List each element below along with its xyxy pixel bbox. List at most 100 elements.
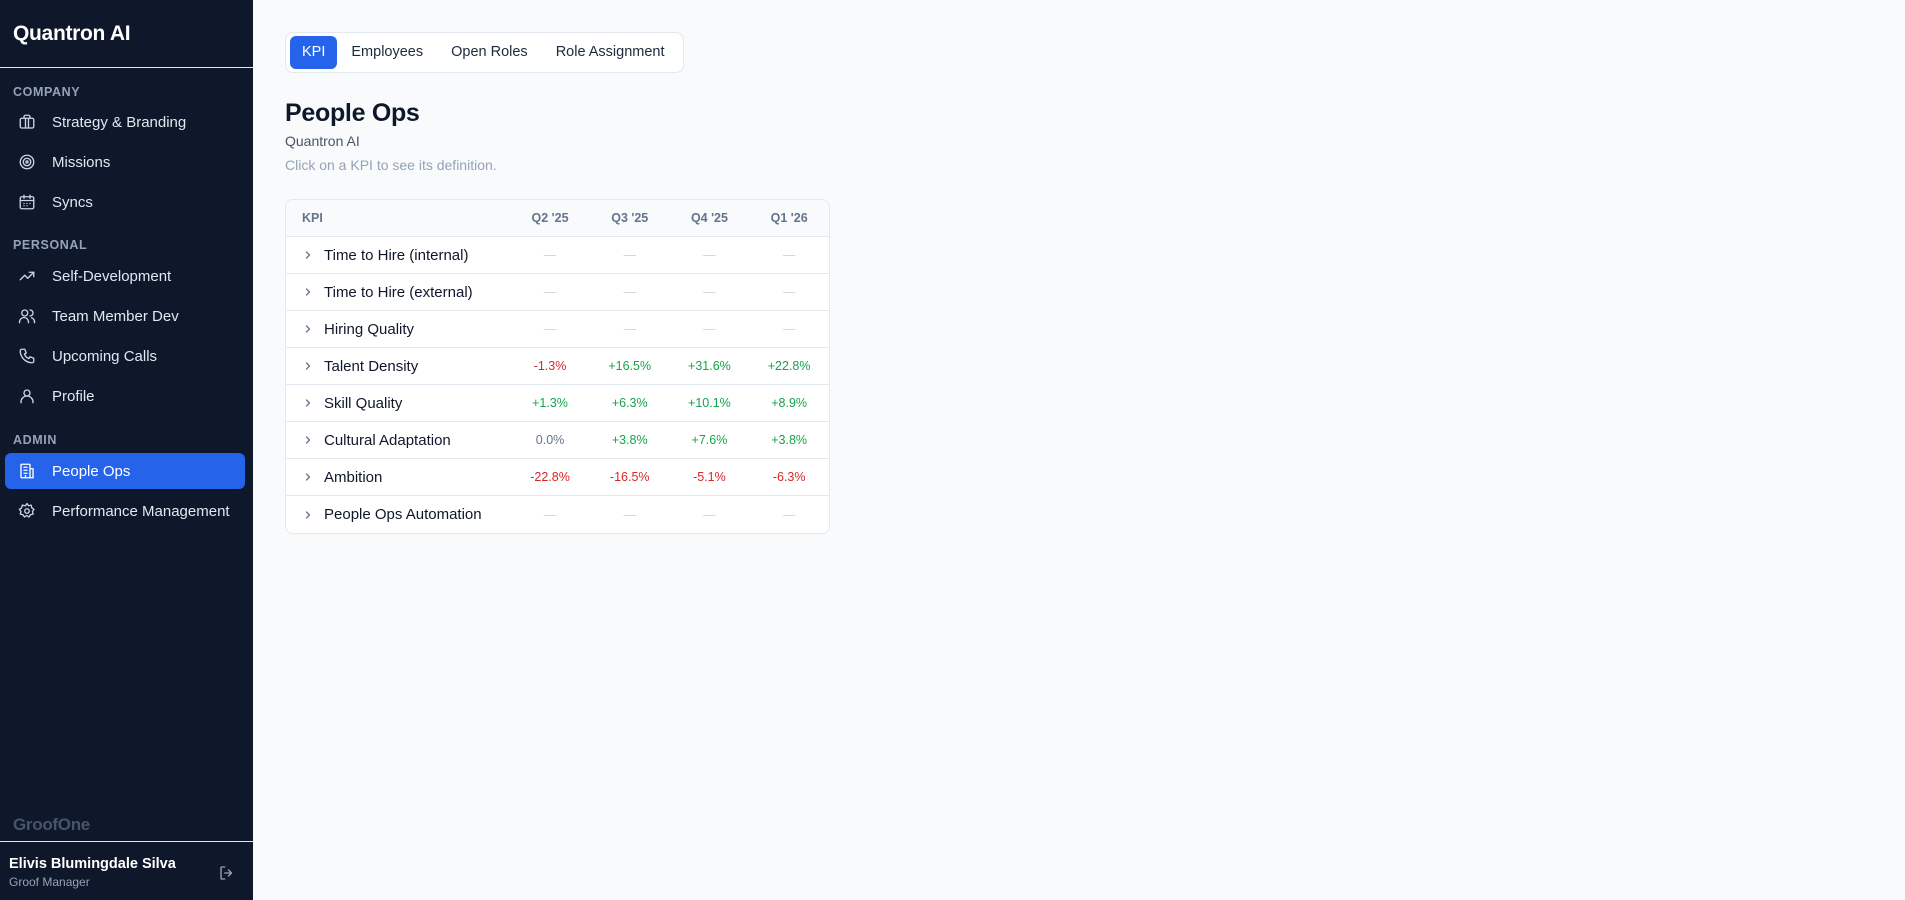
kpi-value-cell: +8.9% bbox=[771, 396, 808, 410]
sidebar-item-self-development[interactable]: Self-Development bbox=[5, 258, 245, 294]
kpi-value-cell: — bbox=[543, 248, 557, 262]
kpi-name: People Ops Automation bbox=[324, 506, 482, 523]
user-box: Elivis Blumingdale Silva Groof Manager bbox=[0, 841, 253, 900]
kpi-value-cell: — bbox=[703, 285, 716, 299]
tab-kpi[interactable]: KPI bbox=[290, 36, 338, 69]
chevron-right-icon[interactable] bbox=[303, 250, 313, 260]
trending-up-icon bbox=[18, 267, 36, 285]
tab-role-assignment[interactable]: Role Assignment bbox=[542, 36, 679, 69]
sidebar-item-label: Strategy & Branding bbox=[52, 113, 187, 131]
sidebar-item-missions[interactable]: Missions bbox=[5, 144, 245, 180]
chevron-right-icon[interactable] bbox=[303, 398, 313, 408]
kpi-value-cell: — bbox=[782, 285, 796, 299]
sidebar-item-strategy-branding[interactable]: Strategy & Branding bbox=[5, 104, 245, 140]
table-row[interactable]: Cultural Adaptation 0.0% +3.8% +7.6% +3.8% bbox=[286, 422, 829, 459]
sidebar: Quantron AI Company Strategy & Branding … bbox=[0, 0, 253, 900]
chevron-right-icon[interactable] bbox=[303, 435, 313, 445]
brand-title: Quantron AI bbox=[13, 22, 131, 45]
table-row[interactable]: Time to Hire (external) — — — — bbox=[286, 274, 829, 311]
kpi-value-cell: +3.8% bbox=[771, 433, 808, 447]
chevron-right-icon[interactable] bbox=[303, 510, 313, 520]
building-icon bbox=[18, 462, 36, 480]
kpi-value-cell: +7.6% bbox=[691, 433, 728, 447]
chevron-right-icon[interactable] bbox=[303, 472, 313, 482]
phone-icon bbox=[18, 347, 36, 365]
footer-logo: GroofOne bbox=[13, 815, 90, 834]
kpi-name-cell: Time to Hire (external) bbox=[286, 284, 510, 301]
page-title: People Ops bbox=[285, 99, 420, 127]
table-row[interactable]: Talent Density -1.3% +16.5% +31.6% +22.8% bbox=[286, 348, 829, 385]
kpi-name-cell: Talent Density bbox=[286, 358, 510, 375]
sidebar-item-label: Syncs bbox=[52, 193, 93, 211]
kpi-value-cell: -5.1% bbox=[693, 470, 726, 484]
logout-icon[interactable] bbox=[218, 864, 236, 882]
table-row[interactable]: People Ops Automation — — — — bbox=[286, 496, 829, 533]
chevron-right-icon[interactable] bbox=[303, 324, 313, 334]
tab-employees[interactable]: Employees bbox=[337, 36, 437, 69]
table-row[interactable]: Skill Quality +1.3% +6.3% +10.1% +8.9% bbox=[286, 385, 829, 422]
kpi-name-cell: Cultural Adaptation bbox=[286, 432, 510, 449]
sidebar-item-label: People Ops bbox=[52, 462, 131, 480]
kpi-value-cell: -16.5% bbox=[609, 470, 650, 484]
kpi-name-cell: Hiring Quality bbox=[286, 321, 510, 338]
table-body: Time to Hire (internal) — — — — Time to Hire … bbox=[286, 237, 829, 533]
kpi-value-cell: — bbox=[703, 248, 716, 262]
kpi-value-cell: -1.3% bbox=[533, 359, 567, 373]
kpi-name: Time to Hire (internal) bbox=[324, 246, 469, 264]
user-role: Groof Manager bbox=[9, 875, 90, 889]
sidebar-nav: Company Strategy & Branding Missions Syn… bbox=[0, 68, 253, 529]
user-icon bbox=[18, 387, 36, 405]
calendar-icon bbox=[18, 193, 36, 211]
sidebar-item-performance-management[interactable]: Performance Management bbox=[5, 493, 245, 529]
briefcase-icon bbox=[18, 113, 36, 131]
table-row[interactable]: Ambition -22.8% -16.5% -5.1% -6.3% bbox=[286, 459, 829, 496]
kpi-name-cell: Ambition bbox=[286, 469, 510, 486]
table-header: KPI Q2 '25 Q3 '25 Q4 '25 Q1 '26 bbox=[286, 200, 829, 237]
chevron-right-icon[interactable] bbox=[303, 287, 313, 297]
kpi-value-cell: — bbox=[543, 507, 557, 522]
tab-open-roles[interactable]: Open Roles bbox=[437, 36, 542, 69]
user-name: Elivis Blumingdale Silva bbox=[9, 856, 176, 872]
kpi-value-cell: — bbox=[623, 285, 636, 299]
kpi-value-cell: — bbox=[782, 507, 796, 522]
kpi-value-cell: +3.8% bbox=[611, 433, 648, 447]
kpi-name: Time to Hire (external) bbox=[324, 283, 473, 301]
kpi-value-cell: -6.3% bbox=[772, 470, 806, 484]
sidebar-item-label: Self-Development bbox=[52, 267, 172, 285]
gear-icon bbox=[18, 502, 36, 520]
kpi-value-cell: +1.3% bbox=[532, 396, 568, 410]
sidebar-item-team-member-dev[interactable]: Team Member Dev bbox=[5, 298, 245, 334]
tab-bar: KPI Employees Open Roles Role Assignment bbox=[285, 32, 684, 73]
kpi-value-cell: — bbox=[543, 285, 557, 299]
kpi-name: Skill Quality bbox=[324, 394, 403, 412]
table-row[interactable]: Time to Hire (internal) — — — — bbox=[286, 237, 829, 274]
main-content: KPI Employees Open Roles Role Assignment… bbox=[253, 0, 1905, 900]
sidebar-item-profile[interactable]: Profile bbox=[5, 378, 245, 414]
kpi-value-cell: +16.5% bbox=[608, 359, 652, 373]
kpi-value-cell: +6.3% bbox=[611, 396, 648, 410]
column-header-q1-26: Q1 '26 bbox=[770, 211, 808, 225]
sidebar-item-upcoming-calls[interactable]: Upcoming Calls bbox=[5, 338, 245, 374]
column-header-q4-25: Q4 '25 bbox=[690, 211, 728, 225]
kpi-value-cell: — bbox=[703, 507, 716, 522]
kpi-value-cell: — bbox=[623, 248, 636, 262]
kpi-value-cell: +31.6% bbox=[688, 359, 731, 373]
table-row[interactable]: Hiring Quality — — — — bbox=[286, 311, 829, 348]
page-subtitle: Quantron AI bbox=[285, 133, 360, 149]
brand: Quantron AI bbox=[0, 0, 253, 68]
sidebar-item-label: Upcoming Calls bbox=[52, 347, 158, 365]
column-header-q2-25: Q2 '25 bbox=[531, 211, 569, 225]
sidebar-item-label: Performance Management bbox=[52, 502, 230, 520]
sidebar-item-label: Profile bbox=[52, 387, 95, 405]
kpi-name: Ambition bbox=[324, 468, 383, 486]
sidebar-item-people-ops[interactable]: People Ops bbox=[5, 453, 245, 489]
kpi-value-cell: — bbox=[703, 322, 716, 336]
kpi-value-cell: — bbox=[623, 322, 636, 336]
kpi-name: Hiring Quality bbox=[324, 320, 415, 338]
kpi-name: Talent Density bbox=[324, 357, 419, 375]
sidebar-item-label: Missions bbox=[52, 153, 111, 171]
sidebar-item-syncs[interactable]: Syncs bbox=[5, 184, 245, 220]
kpi-value-cell: — bbox=[782, 322, 796, 336]
chevron-right-icon[interactable] bbox=[303, 361, 313, 371]
kpi-table: KPI Q2 '25 Q3 '25 Q4 '25 Q1 '26 Time to … bbox=[285, 199, 830, 534]
